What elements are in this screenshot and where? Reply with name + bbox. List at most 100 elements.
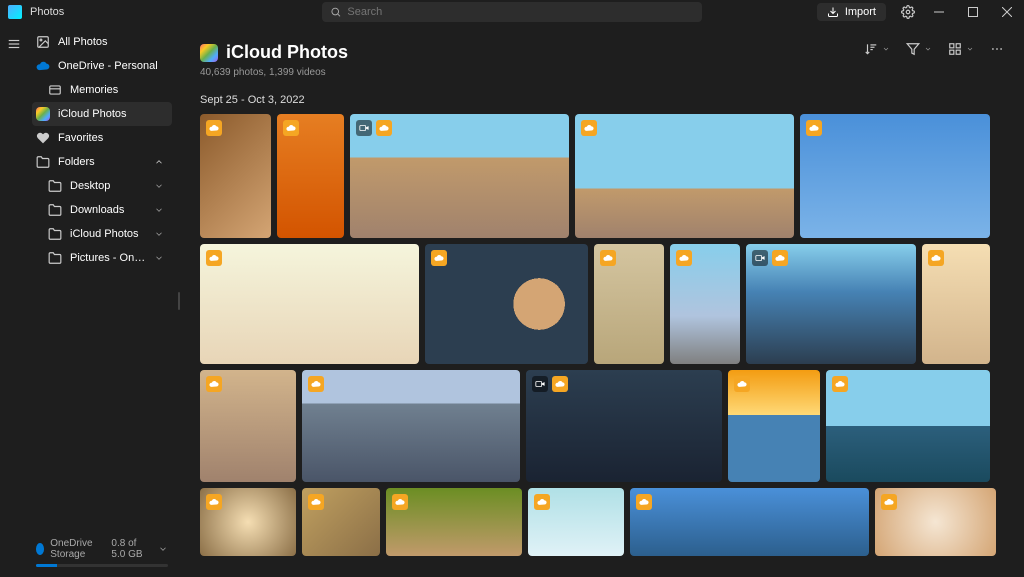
cloud-badge-icon (392, 494, 408, 510)
photo-row (200, 488, 1004, 556)
import-button[interactable]: Import (817, 3, 886, 21)
sidebar-item-memories[interactable]: Memories (32, 78, 172, 102)
photo-tile[interactable] (922, 244, 990, 364)
cloud-badge-icon (206, 120, 222, 136)
sort-button[interactable] (864, 42, 890, 56)
window-close-button[interactable] (990, 0, 1024, 24)
hamburger-button[interactable] (0, 30, 28, 58)
chevron-down-icon (154, 181, 164, 191)
sidebar-label: Memories (70, 84, 118, 96)
cloud-badge-icon (552, 376, 568, 392)
cloud-badge-icon (928, 250, 944, 266)
photo-tile[interactable] (575, 114, 794, 238)
sidebar-label: Favorites (58, 132, 103, 144)
cloud-badge-icon (772, 250, 788, 266)
page-title: iCloud Photos (226, 42, 348, 63)
sort-icon (864, 42, 878, 56)
photo-tile[interactable] (200, 488, 296, 556)
onedrive-storage-icon (36, 543, 44, 555)
sidebar-item-folders[interactable]: Folders (32, 150, 172, 174)
cloud-badge-icon (806, 120, 822, 136)
filter-button[interactable] (906, 42, 932, 56)
sidebar-label: Pictures - OneDrive Personal (70, 252, 146, 264)
search-input[interactable] (347, 6, 694, 18)
settings-button[interactable] (894, 0, 922, 24)
cloud-badge-icon (636, 494, 652, 510)
search-icon (330, 6, 341, 18)
photo-tile[interactable] (826, 370, 990, 482)
chevron-down-icon (154, 253, 164, 263)
sidebar: All Photos OneDrive - Personal Memories … (28, 24, 176, 577)
app-icon (8, 5, 22, 19)
photo-tile[interactable] (277, 114, 344, 238)
photo-tile[interactable] (200, 114, 271, 238)
photo-tile[interactable] (746, 244, 916, 364)
photo-tile[interactable] (728, 370, 820, 482)
storage-label: OneDrive Storage (50, 538, 105, 560)
sidebar-folder-pictures-onedrive[interactable]: Pictures - OneDrive Personal (32, 246, 172, 270)
sidebar-item-all-photos[interactable]: All Photos (32, 30, 172, 54)
photo-tile[interactable] (302, 488, 380, 556)
app-title: Photos (30, 6, 64, 18)
photo-tile[interactable] (630, 488, 869, 556)
sidebar-label: All Photos (58, 36, 108, 48)
hamburger-icon (7, 37, 21, 51)
sidebar-item-onedrive[interactable]: OneDrive - Personal (32, 54, 172, 78)
photo-tile[interactable] (425, 244, 588, 364)
photo-tile[interactable] (200, 244, 419, 364)
sidebar-item-icloud[interactable]: iCloud Photos (32, 102, 172, 126)
memories-icon (48, 83, 62, 97)
photo-tile[interactable] (528, 488, 624, 556)
cloud-badge-icon (431, 250, 447, 266)
pane-resize-handle[interactable] (176, 24, 182, 577)
grid-icon (948, 42, 962, 56)
photo-tile[interactable] (670, 244, 740, 364)
icloud-photos-icon (36, 107, 50, 121)
more-button[interactable] (990, 42, 1004, 56)
folder-icon (36, 155, 50, 169)
sidebar-folder-desktop[interactable]: Desktop (32, 174, 172, 198)
folder-icon (48, 251, 62, 265)
maximize-icon (968, 7, 978, 17)
cloud-badge-icon (376, 120, 392, 136)
sidebar-folder-downloads[interactable]: Downloads (32, 198, 172, 222)
cloud-badge-icon (308, 494, 324, 510)
folder-icon (48, 227, 62, 241)
search-box[interactable] (322, 2, 702, 22)
chevron-down-icon (882, 45, 890, 53)
photo-tile[interactable] (875, 488, 996, 556)
window-minimize-button[interactable] (922, 0, 956, 24)
photo-tile[interactable] (526, 370, 722, 482)
cloud-badge-icon (881, 494, 897, 510)
gear-icon (901, 5, 915, 19)
chevron-down-icon[interactable] (158, 544, 168, 554)
photo-tile[interactable] (386, 488, 522, 556)
photo-tile[interactable] (302, 370, 520, 482)
chevron-down-icon (154, 205, 164, 215)
cloud-badge-icon (676, 250, 692, 266)
photo-tile[interactable] (800, 114, 990, 238)
chevron-down-icon (966, 45, 974, 53)
sidebar-label: iCloud Photos (70, 228, 139, 240)
photo-tile[interactable] (594, 244, 664, 364)
nav-rail (0, 24, 28, 577)
onedrive-icon (36, 59, 50, 73)
storage-panel: OneDrive Storage 0.8 of 5.0 GB (28, 530, 176, 577)
video-badge-icon (532, 376, 548, 392)
sidebar-folder-icloud[interactable]: iCloud Photos (32, 222, 172, 246)
cloud-badge-icon (581, 120, 597, 136)
photo-tile[interactable] (200, 370, 296, 482)
sidebar-label: Folders (58, 156, 95, 168)
heart-icon (36, 131, 50, 145)
window-maximize-button[interactable] (956, 0, 990, 24)
cloud-badge-icon (283, 120, 299, 136)
sidebar-label: Downloads (70, 204, 124, 216)
layout-button[interactable] (948, 42, 974, 56)
titlebar: Photos Import (0, 0, 1024, 24)
storage-text: 0.8 of 5.0 GB (111, 538, 152, 560)
photo-tile[interactable] (350, 114, 569, 238)
image-icon (36, 35, 50, 49)
page-subtitle: 40,639 photos, 1,399 videos (200, 67, 348, 78)
sidebar-item-favorites[interactable]: Favorites (32, 126, 172, 150)
folder-icon (48, 203, 62, 217)
